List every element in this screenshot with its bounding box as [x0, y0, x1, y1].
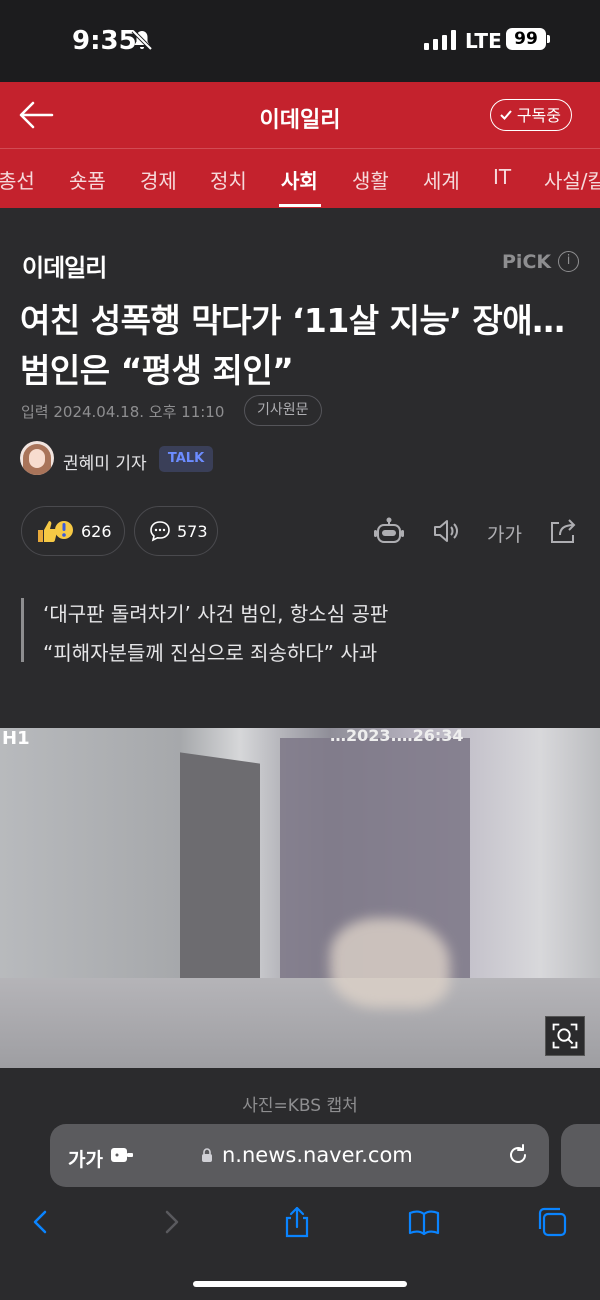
battery-tip [547, 35, 550, 43]
share-icon[interactable] [547, 515, 579, 547]
url-text[interactable]: n.news.naver.com [222, 1143, 413, 1167]
tab-economy[interactable]: 경제 [140, 165, 177, 194]
bookmarks-icon[interactable] [407, 1205, 441, 1239]
status-time: 9:35 [72, 26, 137, 56]
reporter-avatar[interactable] [20, 441, 54, 475]
active-tab-indicator [279, 204, 321, 207]
share-sheet-icon[interactable] [280, 1205, 314, 1239]
tab-it[interactable]: IT [493, 165, 511, 189]
article-photo[interactable]: H1 …2023.…26:34 [0, 728, 600, 1068]
publisher-logo[interactable]: 이데일리 [22, 248, 107, 283]
tab-shorts[interactable]: 숏폼 [69, 165, 106, 194]
info-icon[interactable]: i [558, 251, 579, 272]
reload-icon[interactable] [506, 1143, 530, 1167]
comment-count: 573 [177, 521, 208, 541]
subscribe-button[interactable]: 구독중 [489, 99, 572, 131]
category-tabs: 총선 숏폼 경제 정치 사회 생활 세계 IT 사설/칼 [0, 148, 600, 208]
tab-society[interactable]: 사회 [281, 165, 318, 194]
next-tab-address-bar[interactable] [561, 1124, 600, 1187]
tab-life[interactable]: 생활 [352, 165, 389, 194]
battery-icon: 99 [506, 28, 546, 50]
signal-icon [424, 30, 456, 50]
talk-badge[interactable]: TALK [159, 446, 213, 472]
check-icon [500, 110, 512, 120]
reaction-count: 626 [81, 521, 112, 541]
bell-muted-icon [131, 29, 153, 51]
app-header: 이데일리 구독중 [0, 82, 600, 148]
tabs-icon[interactable] [535, 1205, 569, 1239]
tab-politics[interactable]: 정치 [210, 165, 247, 194]
tab-world[interactable]: 세계 [423, 165, 460, 194]
network-label: LTE [465, 29, 502, 53]
pick-label: PiCK [502, 251, 552, 273]
extension-icon[interactable] [110, 1145, 134, 1165]
subhead-2: “피해자분들께 진심으로 죄송하다” 사과 [43, 641, 378, 665]
tab-editorial[interactable]: 사설/칼 [544, 165, 600, 194]
thumbs-up-emoji-icon [38, 521, 73, 542]
quote-bar [21, 598, 24, 662]
article-headline: 여친 성폭행 막다가 ‘11살 지능’ 장애…범인은 “평생 죄인” [20, 301, 565, 390]
back-chevron-icon[interactable] [24, 1205, 58, 1239]
lock-icon [202, 1148, 212, 1162]
photo-timestamp: …2023.…26:34 [330, 728, 464, 745]
reaction-button[interactable]: 626 [21, 506, 125, 556]
reporter-name[interactable]: 권혜미 기자 [63, 449, 147, 474]
speaker-icon[interactable] [430, 515, 462, 547]
ai-summary-robot-icon[interactable] [373, 515, 405, 547]
photo-caption: 사진=KBS 캡처 [242, 1096, 358, 1116]
zoom-icon[interactable] [545, 1016, 585, 1056]
tab-election[interactable]: 총선 [0, 165, 35, 194]
reader-font-button[interactable]: 가가 [68, 1145, 103, 1172]
font-size-button[interactable]: 가가 [487, 520, 527, 552]
home-indicator[interactable] [193, 1281, 407, 1287]
subhead-1: ‘대구판 돌려차기’ 사건 범인, 항소심 공판 [43, 602, 389, 626]
comment-button[interactable]: 573 [134, 506, 218, 556]
photo-overlay-text: H1 [2, 728, 30, 749]
comment-bubble-icon [150, 521, 170, 542]
address-bar[interactable]: 가가 n.news.naver.com [50, 1124, 549, 1187]
forward-chevron-icon[interactable] [154, 1205, 188, 1239]
article-date: 입력 2024.04.18. 오후 11:10 [21, 403, 225, 421]
status-bar: 9:35 LTE 99 [0, 0, 600, 82]
original-article-button[interactable]: 기사원문 [244, 395, 322, 426]
subscribe-label: 구독중 [516, 105, 561, 125]
